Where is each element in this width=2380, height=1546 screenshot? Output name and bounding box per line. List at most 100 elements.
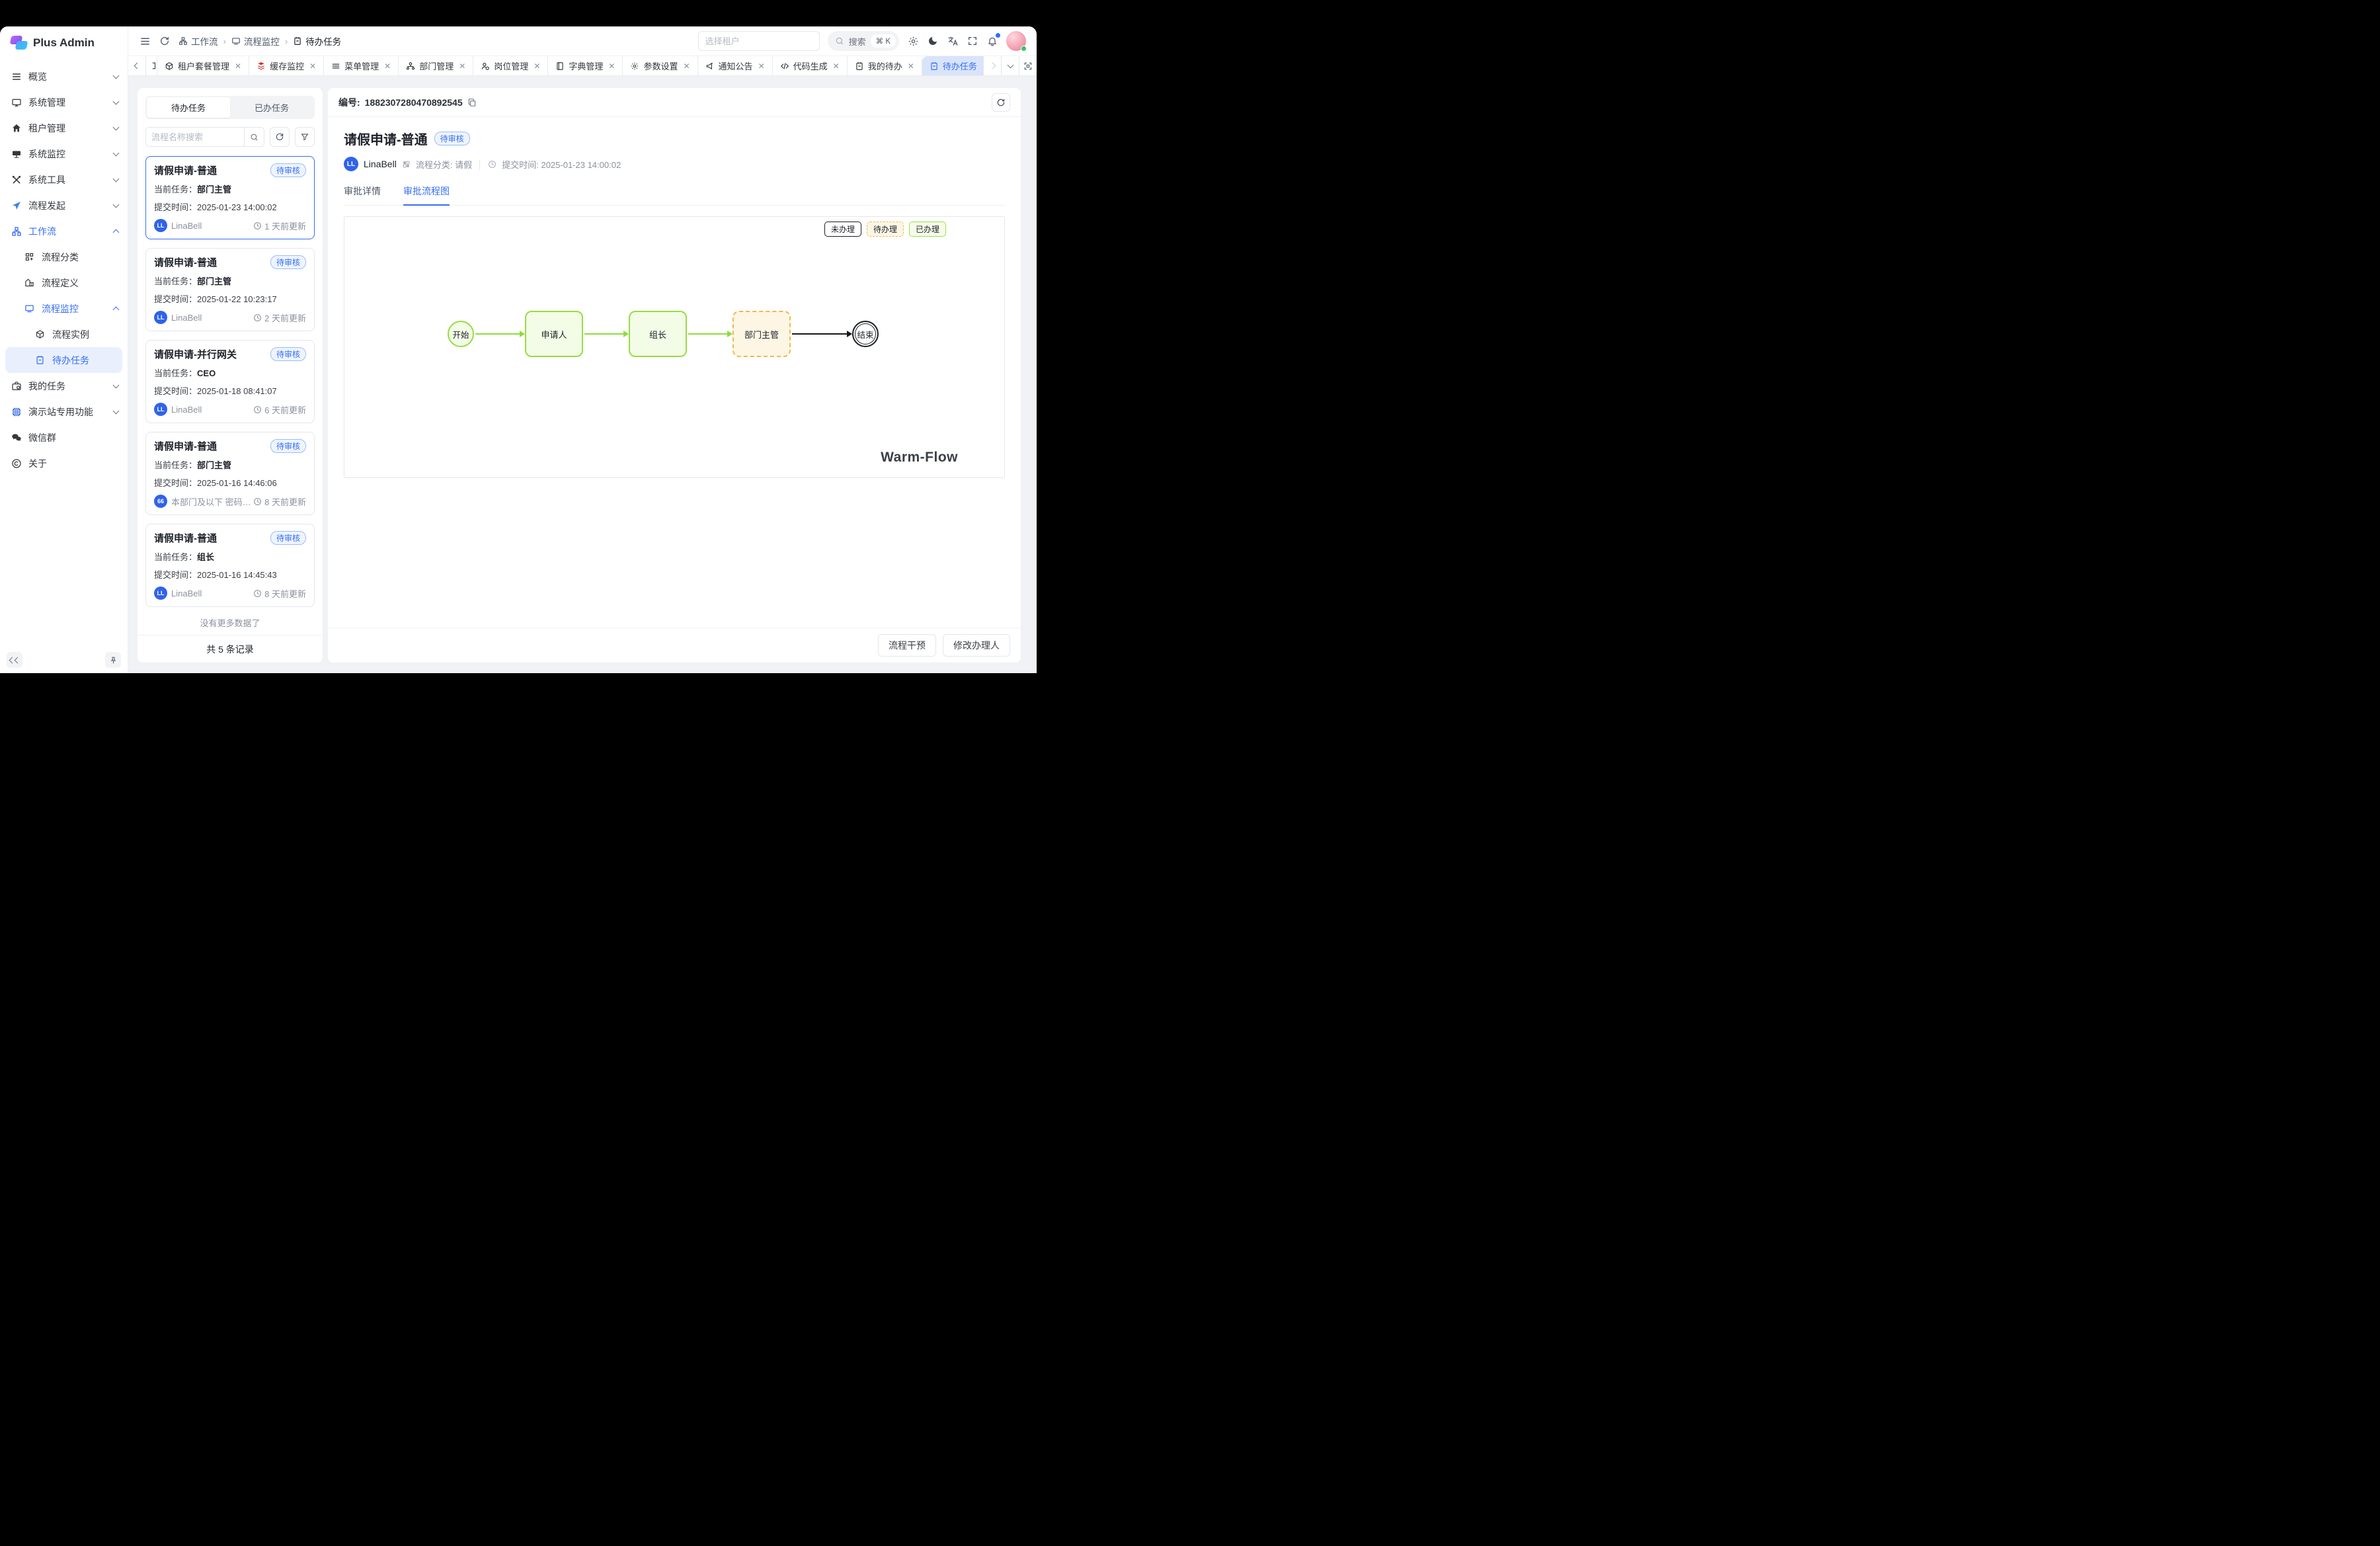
close-icon[interactable]: ✕	[384, 61, 391, 71]
breadcrumb-workflow[interactable]: 工作流	[178, 34, 218, 48]
tab-approval-detail[interactable]: 审批详情	[344, 184, 381, 205]
tenant-select-input[interactable]	[698, 31, 820, 51]
status-badge: 待审核	[270, 439, 306, 453]
tab-post-manage[interactable]: 岗位管理✕	[473, 56, 548, 75]
task-card[interactable]: 请假申请-普通待审核 当前任务：部门主管 提交时间：2025-01-23 14:…	[145, 156, 315, 239]
breadcrumb-process-monitor[interactable]: 流程监控	[231, 34, 280, 48]
global-search[interactable]: 搜索 ⌘ K	[828, 31, 899, 51]
tab-clipped[interactable]: ✕	[146, 56, 157, 75]
close-icon[interactable]: ✕	[908, 61, 914, 71]
sidebar-item-my-tasks[interactable]: 我的任务	[0, 373, 128, 399]
copy-icon[interactable]	[467, 98, 477, 107]
close-icon[interactable]: ✕	[683, 61, 690, 71]
close-icon[interactable]: ✕	[833, 61, 840, 71]
monitor-icon	[24, 303, 35, 314]
flow-node-end[interactable]: 结束	[852, 321, 879, 347]
hamburger-menu-icon[interactable]	[139, 35, 151, 47]
sidebar-item-wechat-group[interactable]: 微信群	[0, 425, 128, 450]
change-assignee-button[interactable]: 修改办理人	[943, 634, 1010, 657]
close-icon[interactable]: ✕	[534, 61, 540, 71]
tab-code-gen[interactable]: 代码生成✕	[773, 56, 848, 75]
notification-bell-icon[interactable]	[986, 35, 998, 47]
avatar: LL	[344, 157, 358, 171]
collapse-sidebar-button[interactable]	[7, 652, 22, 668]
sidebar-item-about[interactable]: 关于	[0, 450, 128, 476]
sidebar-item-process-monitor[interactable]: 流程监控	[0, 296, 128, 321]
close-icon[interactable]: ✕	[309, 61, 316, 71]
tab-pending-tasks[interactable]: 待办任务	[147, 97, 230, 118]
flow-node-applicant[interactable]: 申请人	[525, 311, 583, 357]
pin-sidebar-button[interactable]	[105, 652, 121, 668]
sidebar-item-system-monitor[interactable]: 系统监控	[0, 141, 128, 167]
sidebar-item-process-category[interactable]: 流程分类	[0, 244, 128, 270]
tab-todo-tasks-active[interactable]: 待办任务✕	[922, 56, 983, 75]
tab-dict-manage[interactable]: 字典管理✕	[548, 56, 623, 75]
flow-node-start[interactable]: 开始	[448, 321, 474, 347]
tabs-scroll-left-button[interactable]	[128, 56, 146, 75]
tab-my-todo[interactable]: 我的待办✕	[848, 56, 922, 75]
org-chart-icon	[11, 225, 22, 237]
tabs-dropdown-button[interactable]	[1001, 56, 1019, 75]
close-icon[interactable]: ✕	[459, 61, 465, 71]
detail-tabs: 审批详情 审批流程图	[344, 184, 1005, 206]
tab-notice[interactable]: 通知公告✕	[698, 56, 773, 75]
filter-button[interactable]	[295, 127, 315, 147]
reset-refresh-button[interactable]	[270, 127, 290, 147]
initiator-name: LinaBell	[364, 159, 397, 169]
app-window: Plus Admin 概览 系统管理 租户管理 系统监控 系统工具	[0, 26, 1037, 673]
tab-approval-flowchart[interactable]: 审批流程图	[403, 184, 450, 206]
close-icon[interactable]: ✕	[235, 61, 241, 71]
flow-node-team-leader[interactable]: 组长	[629, 311, 687, 357]
fullscreen-icon[interactable]	[967, 35, 978, 47]
gear-icon	[630, 61, 639, 71]
refresh-icon[interactable]	[159, 35, 171, 47]
flow-edge	[688, 333, 728, 335]
sidebar-item-tenant-manage[interactable]: 租户管理	[0, 115, 128, 141]
sidebar-footer	[0, 647, 128, 673]
tab-department-manage[interactable]: 部门管理✕	[399, 56, 473, 75]
sidebar-item-process-definition[interactable]: 流程定义	[0, 270, 128, 296]
sidebar-item-workflow[interactable]: 工作流	[0, 218, 128, 244]
flowchart-canvas[interactable]: 未办理 待办理 已办理 开始 申请人 组长 部门主管 结束 War	[344, 216, 1005, 478]
process-intervene-button[interactable]: 流程干预	[878, 634, 936, 657]
tab-menu-manage[interactable]: 菜单管理✕	[324, 56, 399, 75]
task-card[interactable]: 请假申请-普通待审核 当前任务：部门主管 提交时间：2025-01-16 14:…	[145, 432, 315, 515]
chevron-left-icon	[14, 657, 20, 663]
sidebar-item-overview[interactable]: 概览	[0, 63, 128, 89]
process-title: 请假申请-普通	[344, 129, 428, 148]
tabs-scroll-right-button[interactable]	[983, 56, 1001, 75]
task-card[interactable]: 请假申请-普通待审核 当前任务：组长 提交时间：2025-01-16 14:45…	[145, 524, 315, 607]
language-translate-icon[interactable]	[947, 35, 959, 47]
user-avatar[interactable]	[1006, 31, 1026, 51]
tab-done-tasks[interactable]: 已办任务	[230, 97, 313, 118]
tab-param-settings[interactable]: 参数设置✕	[623, 56, 697, 75]
task-search-row	[145, 127, 315, 147]
process-name-search-input[interactable]	[146, 128, 244, 146]
sidebar-item-process-start[interactable]: 流程发起	[0, 192, 128, 218]
settings-gear-icon[interactable]	[907, 35, 919, 47]
tools-icon	[11, 174, 22, 185]
globe-icon	[11, 406, 22, 417]
code-icon	[780, 61, 789, 71]
breadcrumb-separator: ›	[223, 36, 226, 46]
close-icon[interactable]: ✕	[758, 61, 765, 71]
task-card[interactable]: 请假申请-普通待审核 当前任务：部门主管 提交时间：2025-01-22 10:…	[145, 248, 315, 331]
detail-refresh-button[interactable]	[992, 93, 1010, 112]
sidebar-item-system-tools[interactable]: 系统工具	[0, 167, 128, 192]
sidebar-item-system-manage[interactable]: 系统管理	[0, 89, 128, 115]
sidebar-item-todo-tasks[interactable]: 待办任务	[5, 347, 122, 373]
sidebar-item-process-instance[interactable]: 流程实例	[0, 321, 128, 347]
flow-node-dept-manager[interactable]: 部门主管	[733, 311, 791, 357]
send-icon	[11, 200, 22, 211]
tab-tenant-package[interactable]: 租户套餐管理✕	[157, 56, 249, 75]
sidebar-item-demo-features[interactable]: 演示站专用功能	[0, 399, 128, 425]
tab-maximize-button[interactable]	[1019, 56, 1037, 75]
task-card[interactable]: 请假申请-并行网关待审核 当前任务：CEO 提交时间：2025-01-18 08…	[145, 340, 315, 423]
breadcrumb-todo-tasks[interactable]: 待办任务	[293, 34, 341, 48]
avatar: LL	[154, 219, 167, 232]
search-button[interactable]	[244, 128, 264, 146]
logo-icon	[11, 36, 28, 50]
dark-mode-moon-icon[interactable]	[927, 35, 939, 47]
close-icon[interactable]: ✕	[608, 61, 615, 71]
tab-cache-monitor[interactable]: 缓存监控✕	[249, 56, 324, 75]
